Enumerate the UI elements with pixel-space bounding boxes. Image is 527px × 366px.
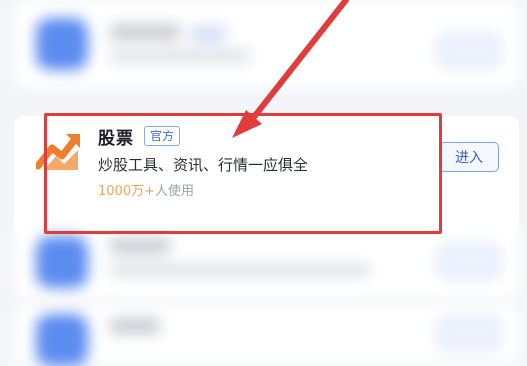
annotation-arrow-icon: [232, 0, 349, 138]
